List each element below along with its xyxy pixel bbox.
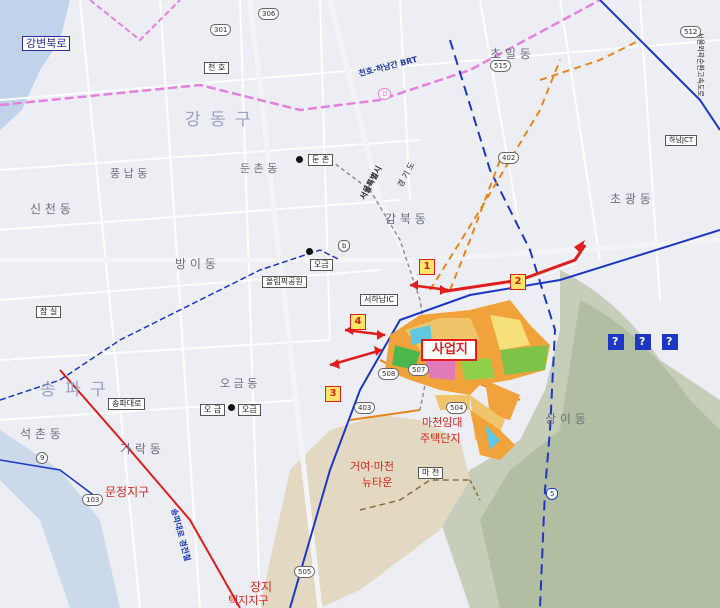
station-ogeum-small: 오금 xyxy=(310,259,333,271)
label-munjeong: 문정지구 xyxy=(105,485,150,499)
station-dunchon: 둔 촌 xyxy=(308,154,334,166)
route-507: 507 xyxy=(408,364,430,376)
question-mark-3: ? xyxy=(666,335,673,348)
label-jangji-tail: 택지지구 xyxy=(228,594,269,607)
area-chogwa: 초 광 동 xyxy=(610,192,651,206)
district-gangdong: 강 동 구 xyxy=(185,110,253,130)
route-402: 402 xyxy=(498,152,520,164)
label-geoyeo-2: 뉴타운 xyxy=(362,476,393,489)
label-geoyeo-1: 거여·마천 xyxy=(350,460,394,473)
route-512: 512 xyxy=(680,26,702,38)
route-301: 301 xyxy=(210,24,232,36)
label-olympic-park: 올림픽공원 xyxy=(262,276,307,288)
question-mark-2: ? xyxy=(639,335,646,348)
label-site: 사업지 xyxy=(432,342,468,357)
area-ogeum: 오 금 동 xyxy=(220,377,258,390)
station-dunchon-dot xyxy=(296,156,303,163)
route-505: 505 xyxy=(294,566,316,578)
station-macheon: 마 천 xyxy=(418,467,444,479)
area-garak: 가 락 동 xyxy=(120,442,161,456)
area-gambuk: 감 북 동 xyxy=(385,212,426,226)
station-ogeum-box: 오금 xyxy=(238,404,261,416)
marker-2: 2 xyxy=(510,274,526,290)
label-seohanam-ic: 서하남IC xyxy=(360,294,399,306)
area-seokchon: 석 촌 동 xyxy=(20,427,61,441)
route-306: 306 xyxy=(258,8,280,20)
label-gangbyeon-road: 강변북로 xyxy=(22,36,71,51)
station-olympic-dot xyxy=(306,248,313,255)
area-bangi: 방 이 동 xyxy=(175,257,216,271)
route-504: 504 xyxy=(446,402,468,414)
station-ogeum-dot xyxy=(228,404,235,411)
area-dunchon: 둔 촌 동 xyxy=(240,162,278,175)
question-mark-1: ? xyxy=(612,335,619,348)
label-outer-ring: 서울외곽순환고속도로 xyxy=(696,32,705,97)
route-403: 403 xyxy=(354,402,376,414)
route-515: 515 xyxy=(490,60,512,72)
marker-1: 1 xyxy=(419,259,435,275)
label-hanam-jct: 하남JCT xyxy=(665,135,698,146)
station-jamsil: 잠 실 xyxy=(36,306,62,318)
route-103: 103 xyxy=(82,494,104,506)
label-jangji: 장지 xyxy=(250,580,273,594)
marker-4: 4 xyxy=(350,314,366,330)
label-macheon-imdae-2: 주택단지 xyxy=(420,432,461,445)
area-samcheon: 상 이 동 xyxy=(545,412,586,426)
route-508: 508 xyxy=(378,368,400,380)
marker-3: 3 xyxy=(325,386,341,402)
station-cheonho: 천 호 xyxy=(204,62,230,74)
area-sincheon: 신 천 동 xyxy=(30,202,71,216)
label-songpa-daero: 송파대로 xyxy=(108,398,146,410)
label-macheon-imdae-1: 마천임대 xyxy=(422,416,463,429)
station-ogeum: 오 금 xyxy=(200,404,226,416)
area-pungnap: 풍 납 동 xyxy=(110,167,148,180)
district-songpa: 송 파 구 xyxy=(40,380,108,400)
